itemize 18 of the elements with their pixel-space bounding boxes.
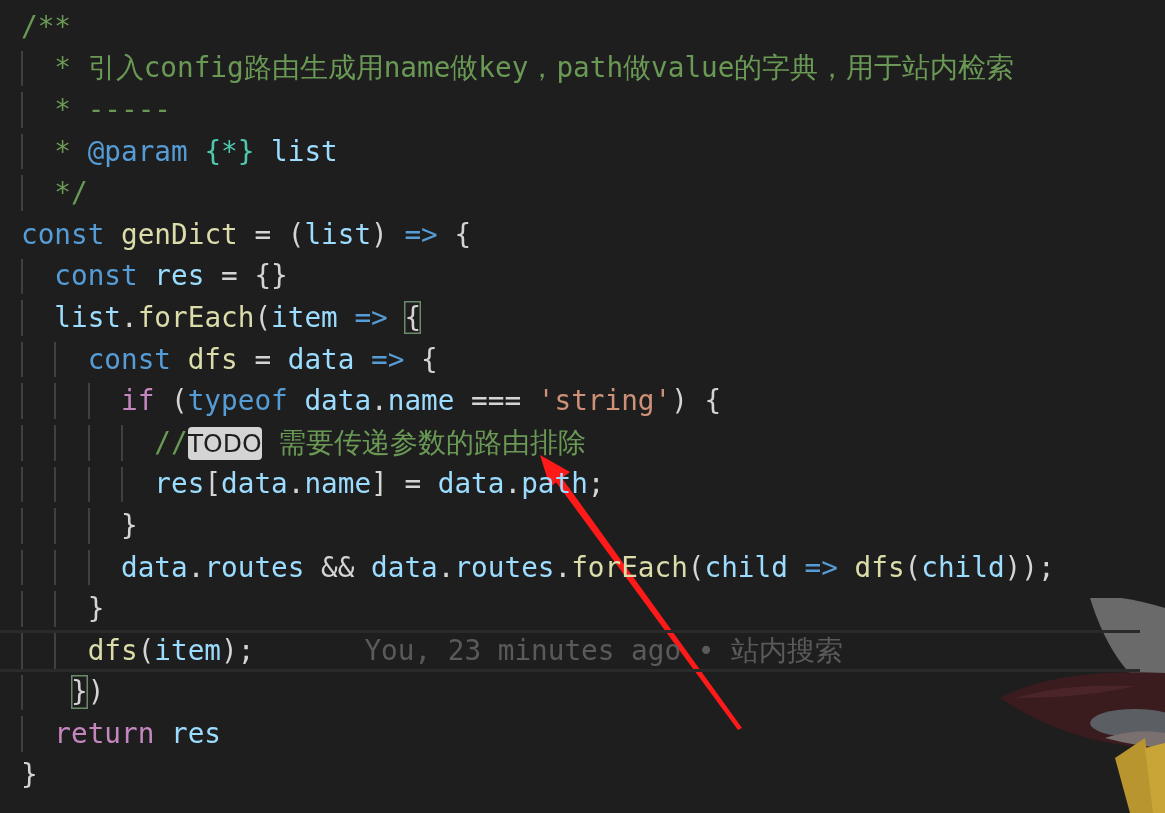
code-line: /** [21,8,71,45]
code-line: * 引入config路由生成用name做key，path做value的字典，用于站内检索 [53,50,1015,87]
code-line: const dfs = data => { [86,341,438,378]
code-line: return res [53,715,222,752]
code-line: dfs(item); [86,632,255,669]
code-line: if (typeof data.name === 'string') { [120,383,722,420]
code-line: * ----- [53,92,172,128]
code-line: */ [53,175,88,212]
code-line: }) [69,674,105,711]
code-line: * @param {*} list [53,133,338,170]
code-line: list.forEach(item => { [53,299,422,336]
blame-annotation: You, 23 minutes ago • 站内搜索 [364,636,844,665]
code-line: const res = {} [53,258,288,295]
code-line: const genDict = (list) => { [21,216,472,253]
code-line: //TODO 需要传递参数的路由排除 [153,424,587,461]
code-line: } [120,507,138,544]
code-line: } [21,757,38,794]
code-line: } [86,591,105,628]
